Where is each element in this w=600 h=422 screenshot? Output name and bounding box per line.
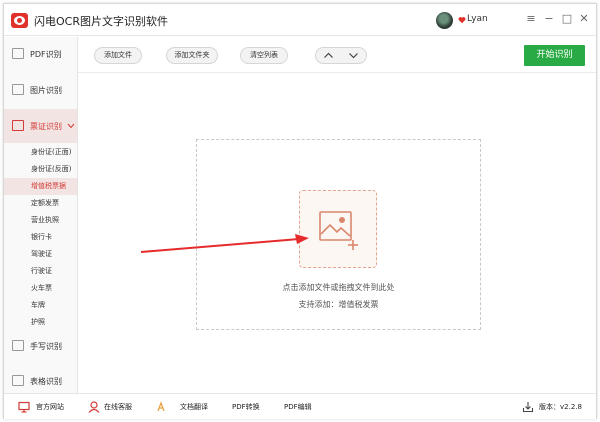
- pdf-icon: [12, 48, 24, 59]
- sub-item-vat-invoice[interactable]: 增值税票据: [4, 178, 77, 195]
- sidebar-item-image[interactable]: 图片识别: [4, 73, 77, 107]
- sidebar-item-label: 图片识别: [30, 86, 62, 95]
- add-image-button[interactable]: [299, 190, 377, 268]
- online-support-link[interactable]: 在线客服: [88, 399, 150, 415]
- username[interactable]: Lyan: [467, 14, 488, 24]
- maximize-icon[interactable]: □: [560, 12, 574, 26]
- sub-item-driver-license[interactable]: 驾驶证: [4, 246, 77, 263]
- support-label: 在线客服: [104, 403, 132, 411]
- avatar[interactable]: [436, 12, 453, 29]
- version-info[interactable]: 版本：v2.2.8: [522, 399, 592, 415]
- pdf-convert-link[interactable]: PDF转换: [232, 399, 272, 415]
- sub-item-id-back[interactable]: 身份证(反面): [4, 161, 77, 178]
- official-website-link[interactable]: 官方网站: [18, 399, 78, 415]
- sub-item-bank-card[interactable]: 银行卡: [4, 229, 77, 246]
- website-label: 官方网站: [36, 403, 64, 411]
- sub-item-license-plate[interactable]: 车牌: [4, 297, 77, 314]
- pointer-arrow: [140, 234, 309, 253]
- menu-icon[interactable]: ≡: [524, 12, 538, 26]
- supported-formats: 支持添加：增值税发票: [298, 300, 379, 309]
- status-bar: 官方网站 在线客服 文档翻译 PDF转换 PDF编辑 版本：v2.2.8: [4, 393, 596, 419]
- image-icon: [12, 84, 24, 95]
- download-icon: [522, 402, 534, 413]
- dropzone-hint: 点击添加文件或拖拽文件到此处: [282, 283, 395, 292]
- sidebar-item-ticket[interactable]: 票证识别: [4, 109, 77, 143]
- sidebar-item-label: PDF识别: [30, 50, 62, 59]
- version-label: 版本：v2.2.8: [539, 403, 582, 411]
- title-bar: 闪电OCR图片文字识别软件 Lyan ≡ − □ ✕: [4, 4, 596, 36]
- sidebar-item-label: 表格识别: [30, 377, 62, 386]
- sub-item-business-license[interactable]: 营业执照: [4, 212, 77, 229]
- add-file-button[interactable]: 添加文件: [94, 47, 142, 64]
- image-add-icon: [319, 211, 358, 250]
- chevron-down-icon: [67, 123, 75, 129]
- sub-item-quota-invoice[interactable]: 定额发票: [4, 195, 77, 212]
- sub-item-vehicle-license[interactable]: 行驶证: [4, 263, 77, 280]
- start-recognition-button[interactable]: 开始识别: [524, 45, 585, 66]
- minimize-icon[interactable]: −: [542, 12, 556, 26]
- sidebar-item-pdf[interactable]: PDF识别: [4, 37, 77, 71]
- toolbar: 添加文件 添加文件夹 清空列表 开始识别: [78, 37, 596, 73]
- table-icon: [12, 375, 24, 386]
- file-list-area: 点击添加文件或拖拽文件到此处 支持添加：增值税发票: [79, 74, 596, 392]
- clear-list-button[interactable]: 清空列表: [240, 47, 288, 64]
- pdf-convert-label: PDF转换: [232, 403, 260, 411]
- sidebar: PDF识别 图片识别 票证识别 身份证(正面) 身份证(反面) 增值税票据 定额…: [4, 37, 78, 393]
- sidebar-item-handwriting[interactable]: 手写识别: [4, 329, 77, 363]
- monitor-icon: [18, 401, 30, 413]
- translate-label: 文档翻译: [180, 403, 208, 411]
- sidebar-item-label: 票证识别: [30, 122, 62, 131]
- pdf-edit-label: PDF编辑: [284, 403, 312, 411]
- move-buttons: [315, 47, 367, 64]
- app-title: 闪电OCR图片文字识别软件: [34, 15, 168, 28]
- up-icon[interactable]: [316, 48, 341, 63]
- translate-icon: [157, 401, 165, 412]
- app-logo-icon: [11, 13, 28, 28]
- add-folder-button[interactable]: 添加文件夹: [166, 47, 218, 64]
- heart-icon: [458, 17, 466, 24]
- sub-item-train-ticket[interactable]: 火车票: [4, 280, 77, 297]
- headset-icon: [88, 401, 100, 413]
- sidebar-item-label: 手写识别: [30, 342, 62, 351]
- down-icon[interactable]: [341, 48, 366, 63]
- sub-item-id-front[interactable]: 身份证(正面): [4, 144, 77, 161]
- doc-translate-link[interactable]: 文档翻译: [156, 399, 218, 415]
- ticket-icon: [12, 120, 24, 131]
- pdf-edit-link[interactable]: PDF编辑: [284, 399, 324, 415]
- app-window: 闪电OCR图片文字识别软件 Lyan ≡ − □ ✕ PDF识别 图片识别 票证…: [3, 3, 597, 419]
- close-icon[interactable]: ✕: [577, 12, 591, 26]
- handwriting-icon: [12, 340, 24, 351]
